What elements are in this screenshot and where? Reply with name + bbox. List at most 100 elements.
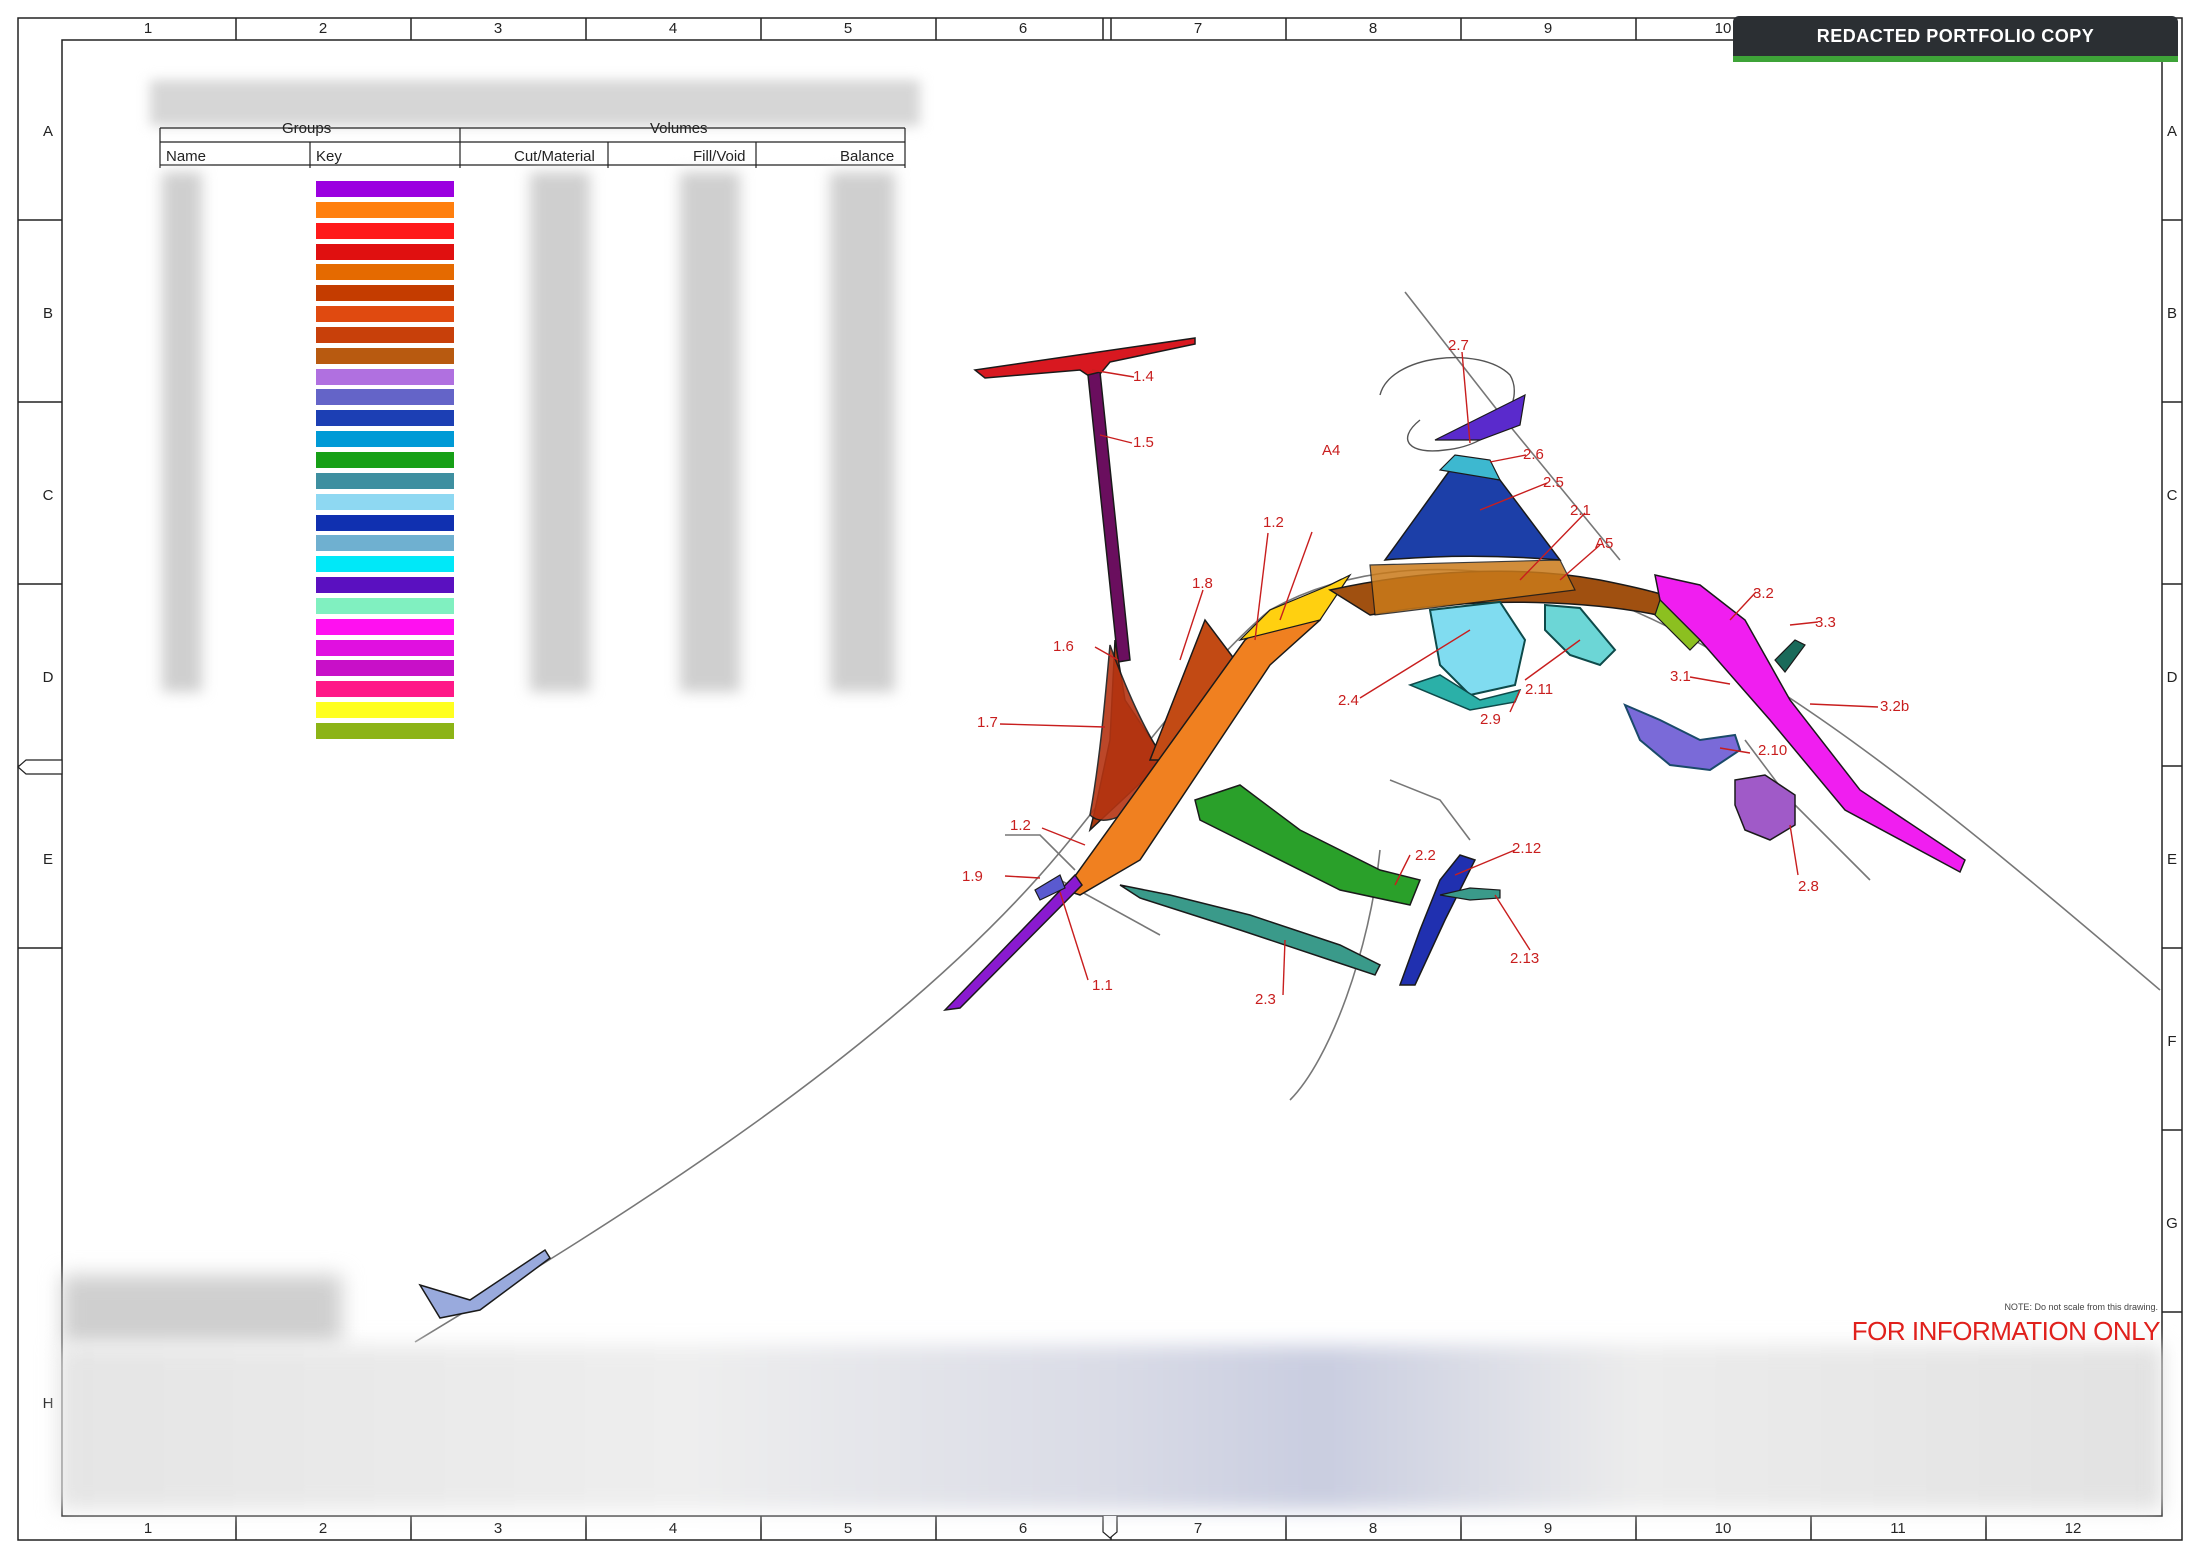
key-swatch — [315, 555, 455, 574]
zone-3-2 — [1654, 574, 1966, 874]
grid-column-label-10-bottom: 10 — [1715, 1520, 1732, 1537]
center-mark-bottom — [1102, 1516, 1118, 1539]
groups-header: Groups — [282, 120, 332, 137]
grid-row-label-E-left: E — [43, 851, 53, 868]
volumes-header: Volumes — [650, 120, 708, 137]
redacted-banner: REDACTED PORTFOLIO COPY — [1733, 16, 2178, 62]
grid-column-label-10-top: 10 — [1715, 20, 1732, 37]
grid-column-label-2-bottom: 2 — [319, 1520, 327, 1537]
grid-column-label-2-top: 2 — [319, 20, 327, 37]
zone-label: 2.8 — [1798, 878, 1819, 895]
for-information-only: FOR INFORMATION ONLY — [1851, 1316, 2161, 1346]
zone-label: 1.1 — [1092, 977, 1113, 994]
zone-2-10 — [1734, 774, 1796, 841]
zone-label: 2.4 — [1338, 692, 1359, 709]
zone-label: 1.8 — [1192, 575, 1213, 592]
grid-column-label-1-top: 1 — [144, 20, 152, 37]
zone-2-2 — [1194, 784, 1422, 906]
zone-label: 2.3 — [1255, 991, 1276, 1008]
key-swatch — [315, 242, 455, 261]
key-swatch — [315, 680, 455, 699]
key-swatch — [315, 701, 455, 720]
zone-label: 2.5 — [1543, 474, 1564, 491]
grid-row-label-E-right: E — [2167, 851, 2177, 868]
zone-label: 2.6 — [1523, 446, 1544, 463]
col-fill: Fill/Void — [693, 148, 746, 165]
key-swatch — [315, 534, 455, 553]
zone-label: 1.7 — [977, 714, 998, 731]
grid-row-label-D-right: D — [2167, 669, 2178, 686]
logo-redacted — [62, 1275, 342, 1345]
key-swatch — [315, 200, 455, 219]
grid-column-label-3-top: 3 — [494, 20, 502, 37]
zone-3-3 — [1774, 639, 1806, 673]
zone-label: 3.2 — [1753, 585, 1774, 602]
key-swatch — [315, 409, 455, 428]
grid-column-label-5-top: 5 — [844, 20, 852, 37]
cut-column-redacted — [530, 172, 590, 692]
key-swatch — [315, 617, 455, 636]
banner-text: REDACTED PORTFOLIO COPY — [1816, 25, 2095, 46]
key-swatch — [315, 596, 455, 615]
grid-column-label-9-top: 9 — [1544, 20, 1552, 37]
key-swatches — [315, 180, 455, 743]
zone-2-8 — [1434, 393, 1526, 441]
grid-column-label-6-bottom: 6 — [1019, 1520, 1027, 1537]
grid-column-label-6-top: 6 — [1019, 20, 1027, 37]
zone-label: 1.6 — [1053, 638, 1074, 655]
grid-row-label-C-right: C — [2167, 487, 2178, 504]
key-swatch — [315, 305, 455, 324]
zone-sw-end — [418, 1248, 552, 1319]
zone-label: 1.2 — [1010, 817, 1031, 834]
key-swatch — [315, 346, 455, 365]
zone-label: 1.4 — [1133, 368, 1154, 385]
center-mark-left — [17, 759, 63, 775]
key-swatch — [315, 180, 455, 198]
grid-column-label-3-bottom: 3 — [494, 1520, 502, 1537]
zone-label: 2.7 — [1448, 337, 1469, 354]
key-swatch — [315, 576, 455, 595]
volumes-table: Groups Volumes Name Key Cut/Material Fil… — [150, 80, 920, 740]
key-swatch — [315, 325, 455, 344]
zone-label: A5 — [1595, 535, 1613, 552]
key-swatch — [315, 221, 455, 240]
grid-column-label-4-top: 4 — [669, 20, 677, 37]
key-swatch — [315, 638, 455, 657]
key-swatch — [315, 367, 455, 386]
scale-note: NOTE: Do not scale from this drawing. — [2004, 1302, 2158, 1312]
grid-row-label-F-right: F — [2167, 1033, 2176, 1050]
zone-label: 2.12 — [1512, 840, 1541, 857]
zone-label: 1.2 — [1263, 514, 1284, 531]
key-swatch — [315, 263, 455, 282]
grid-row-label-H-left: H — [43, 1395, 54, 1412]
key-swatch — [315, 721, 455, 740]
col-balance: Balance — [840, 148, 895, 165]
grid-column-label-12-bottom: 12 — [2065, 1520, 2082, 1537]
zone-label: 2.9 — [1480, 711, 1501, 728]
grid-column-label-1-bottom: 1 — [144, 1520, 152, 1537]
balance-column-redacted — [830, 172, 895, 692]
zone-2-6 — [1544, 603, 1617, 667]
grid-column-label-7-top: 7 — [1194, 20, 1202, 37]
zone-label: 1.9 — [962, 868, 983, 885]
zone-label: A4 — [1322, 442, 1340, 459]
zone-label: 2.11 — [1525, 681, 1553, 698]
col-name: Name — [166, 148, 207, 165]
grid-column-label-7-bottom: 7 — [1194, 1520, 1202, 1537]
zone-label: 1.5 — [1133, 434, 1154, 451]
key-swatch — [315, 388, 455, 407]
title-block-redacted — [58, 1345, 2163, 1510]
grid-column-label-4-bottom: 4 — [669, 1520, 677, 1537]
zone-label: 2.13 — [1510, 950, 1539, 967]
zone-label: 3.1 — [1670, 668, 1691, 685]
grid-row-label-D-left: D — [43, 669, 54, 686]
key-swatch — [315, 450, 455, 469]
zone-label: 2.1 — [1570, 502, 1591, 519]
zone-2-11 — [1623, 703, 1742, 772]
grid-column-label-9-bottom: 9 — [1544, 1520, 1552, 1537]
zone-2-3 — [1119, 884, 1382, 976]
col-cut: Cut/Material — [514, 148, 595, 165]
zone-2-12 — [1398, 854, 1477, 986]
grid-row-label-C-left: C — [43, 487, 54, 504]
grid-row-label-G-right: G — [2166, 1215, 2178, 1232]
